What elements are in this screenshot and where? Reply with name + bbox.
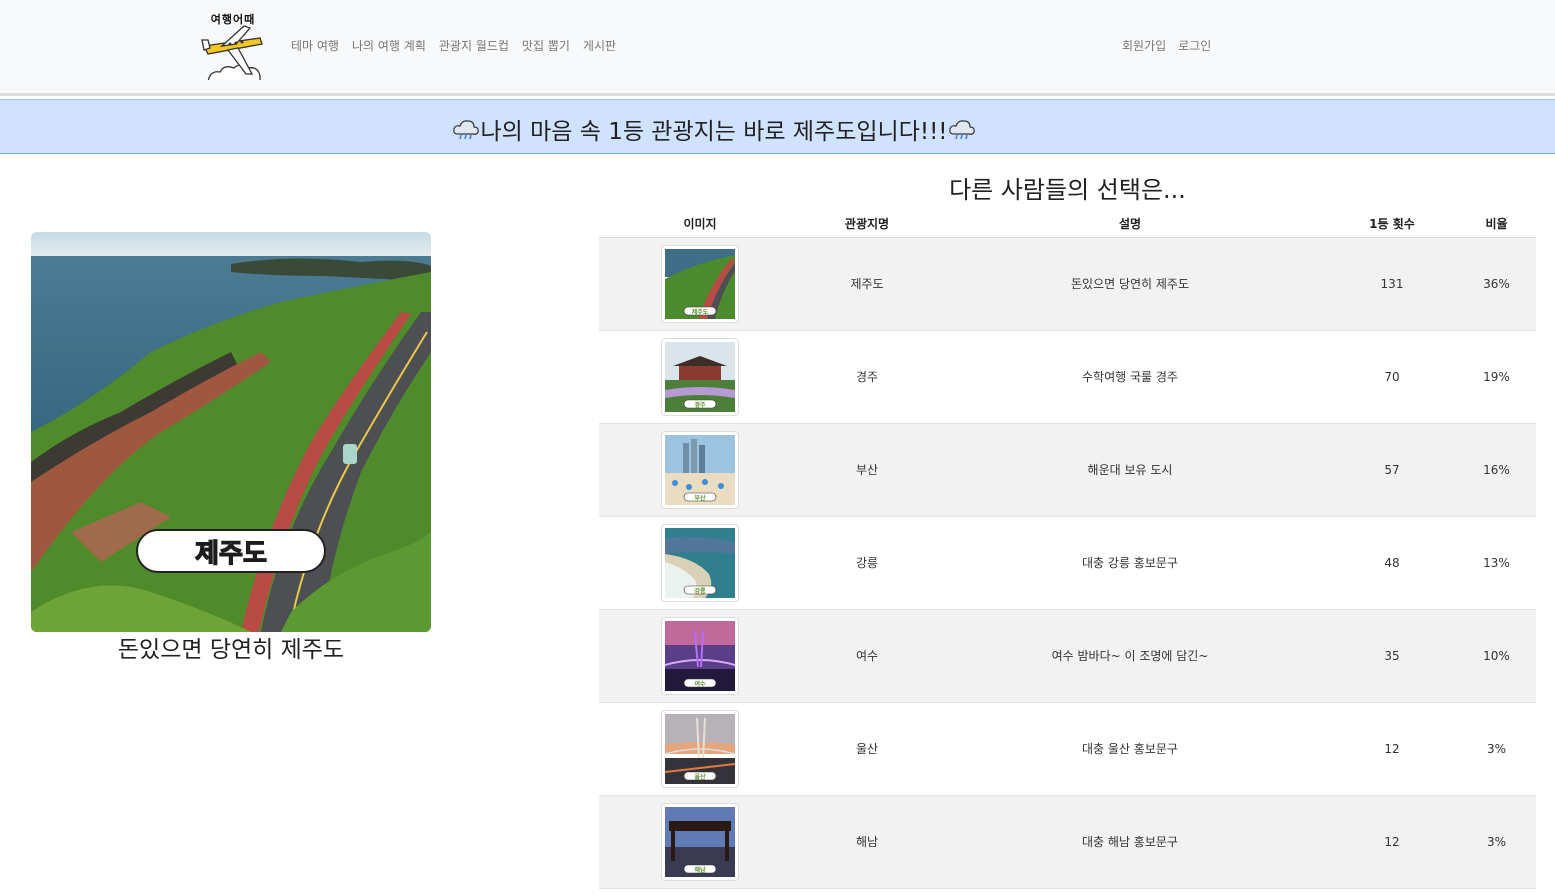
row-ratio: 10% — [1457, 609, 1536, 703]
nav-theme-travel[interactable]: 테마 여행 — [291, 37, 339, 54]
login-link[interactable]: 로그인 — [1178, 37, 1211, 54]
thumbnail-gangneung: 강릉 — [661, 523, 739, 602]
banner-text: 나의 마음 속 1등 관광지는 바로 제주도입니다!!! — [480, 119, 948, 145]
row-win-count: 48 — [1327, 516, 1457, 610]
table-row: 해남 해남 대충 해남 홍보문구 12 3% — [599, 795, 1536, 889]
row-ratio: 3% — [1457, 795, 1536, 889]
table-row: 여수 여수 여수 밤바다~ 이 조명에 담긴~ 35 10% — [599, 609, 1536, 703]
thumbnail-busan: 부산 — [661, 430, 739, 509]
row-ratio: 19% — [1457, 330, 1536, 424]
row-ratio: 13% — [1457, 516, 1536, 610]
table-row: 제주도 제주도 돈있으면 당연히 제주도 131 36% — [599, 237, 1536, 331]
row-win-count: 35 — [1327, 609, 1457, 703]
row-name: 강릉 — [801, 516, 933, 610]
nav-my-travel-plan[interactable]: 나의 여행 계획 — [352, 37, 426, 54]
row-win-count: 131 — [1327, 237, 1457, 331]
header-image: 이미지 — [599, 210, 801, 238]
row-description: 대충 해남 홍보문구 — [933, 795, 1327, 889]
cloud-rain-icon — [948, 120, 975, 140]
svg-text:부산: 부산 — [694, 494, 706, 502]
row-name: 제주도 — [801, 237, 933, 331]
row-description: 수학여행 국룰 경주 — [933, 330, 1327, 424]
navbar: 여행어때 테마 여행 나의 여행 계획 관광지 월드컵 맛집 뽑기 게시판 회원… — [0, 0, 1555, 96]
cloud-rain-icon — [453, 120, 480, 140]
nav-worldcup[interactable]: 관광지 월드컵 — [439, 37, 509, 54]
row-ratio: 3% — [1457, 702, 1536, 796]
row-description: 대충 울산 홍보문구 — [933, 702, 1327, 796]
nav-restaurant-pick[interactable]: 맛집 뽑기 — [522, 37, 570, 54]
airplane-icon — [201, 25, 263, 80]
row-description: 여수 밤바다~ 이 조명에 담긴~ — [933, 609, 1327, 703]
svg-text:여수: 여수 — [694, 680, 706, 688]
svg-text:해남: 해남 — [694, 866, 706, 874]
row-ratio: 36% — [1457, 237, 1536, 331]
row-description: 대충 강릉 홍보문구 — [933, 516, 1327, 610]
row-win-count: 57 — [1327, 423, 1457, 517]
table-row: 부산 부산 해운대 보유 도시 57 16% — [599, 423, 1536, 517]
svg-text:울산: 울산 — [694, 773, 706, 781]
header-description: 설명 — [933, 210, 1327, 238]
row-name: 울산 — [801, 702, 933, 796]
auth-nav: 회원가입 로그인 — [1122, 37, 1211, 54]
table-header-row: 이미지 관광지명 설명 1등 횟수 비율 — [599, 210, 1536, 238]
svg-text:제주도: 제주도 — [692, 308, 709, 316]
table-row: 울산 울산 대충 울산 홍보문구 12 3% — [599, 702, 1536, 796]
thumbnail-haenam: 해남 — [661, 802, 739, 881]
row-win-count: 12 — [1327, 795, 1457, 889]
row-name: 여수 — [801, 609, 933, 703]
table-row: 강릉 강릉 대충 강릉 홍보문구 48 13% — [599, 516, 1536, 610]
row-win-count: 70 — [1327, 330, 1457, 424]
row-name: 경주 — [801, 330, 933, 424]
winner-image-label: 제주도 — [195, 539, 267, 569]
others-title: 다른 사람들의 선택은... — [949, 176, 1186, 204]
main-nav: 테마 여행 나의 여행 계획 관광지 월드컵 맛집 뽑기 게시판 — [291, 37, 616, 54]
signup-link[interactable]: 회원가입 — [1122, 37, 1166, 54]
row-ratio: 16% — [1457, 423, 1536, 517]
header-name: 관광지명 — [801, 210, 933, 238]
thumbnail-gyeongju: 경주 — [661, 337, 739, 416]
row-description: 해운대 보유 도시 — [933, 423, 1327, 517]
winner-image: 제주도 — [31, 232, 431, 632]
row-name: 해남 — [801, 795, 933, 889]
header-win-count: 1등 횟수 — [1327, 210, 1457, 238]
ranking-table: 이미지 관광지명 설명 1등 횟수 비율 제주도 제주도 돈있으면 당연히 제주… — [599, 210, 1536, 889]
thumbnail-yeosu: 여수 — [661, 616, 739, 695]
table-row: 경주 경주 수학여행 국룰 경주 70 19% — [599, 330, 1536, 424]
thumbnail-ulsan: 울산 — [661, 709, 739, 788]
header-ratio: 비율 — [1457, 210, 1536, 238]
thumbnail-jeju: 제주도 — [661, 244, 739, 323]
row-description: 돈있으면 당연히 제주도 — [933, 237, 1327, 331]
nav-board[interactable]: 게시판 — [583, 37, 616, 54]
svg-text:강릉: 강릉 — [694, 587, 706, 595]
result-banner: 나의 마음 속 1등 관광지는 바로 제주도입니다!!! — [0, 99, 1555, 154]
winner-description: 돈있으면 당연히 제주도 — [117, 637, 345, 663]
row-win-count: 12 — [1327, 702, 1457, 796]
row-name: 부산 — [801, 423, 933, 517]
site-logo[interactable]: 여행어때 — [200, 8, 266, 80]
svg-text:경주: 경주 — [694, 401, 706, 409]
